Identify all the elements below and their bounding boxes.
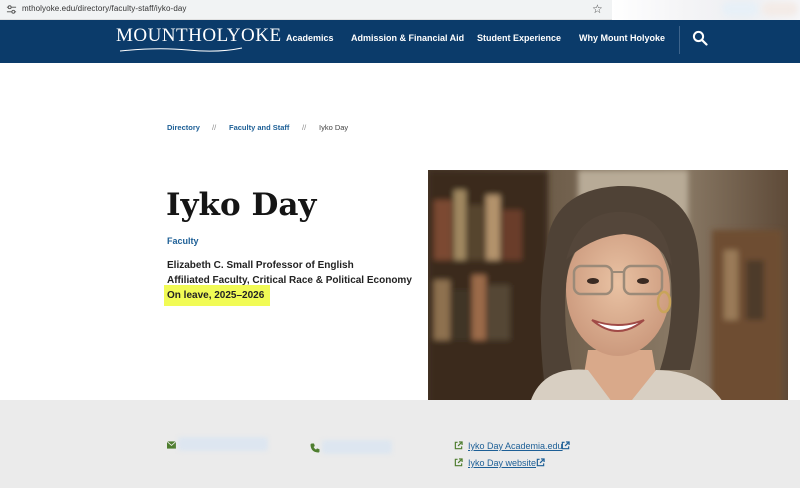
profile-photo xyxy=(428,170,788,410)
nav-why-mount-holyoke[interactable]: Why Mount Holyoke xyxy=(579,32,665,44)
academia-edu-link[interactable]: Iyko Day Academia.edu xyxy=(468,441,563,452)
external-link-icon[interactable] xyxy=(536,458,545,467)
affiliation-title: Affiliated Faculty, Critical Race & Poli… xyxy=(167,275,412,286)
nav-student-experience[interactable]: Student Experience xyxy=(477,32,561,44)
site-header: MOUNTHOLYOKE Academics Admission & Finan… xyxy=(0,20,800,63)
email-icon xyxy=(167,441,176,449)
breadcrumb-current: Iyko Day xyxy=(319,123,349,132)
contact-section xyxy=(0,400,800,488)
browser-toolbar-blurred xyxy=(612,0,800,20)
site-settings-icon[interactable] xyxy=(6,4,17,15)
phone-number-blurred[interactable] xyxy=(322,440,392,454)
phone-icon xyxy=(310,443,320,453)
nav-admission-financial-aid[interactable]: Admission & Financial Aid xyxy=(351,32,464,44)
person-type-label[interactable]: Faculty xyxy=(167,236,199,247)
email-address-blurred[interactable] xyxy=(178,437,268,451)
leave-status: On leave, 2025–2026 xyxy=(167,290,265,301)
website-link[interactable]: Iyko Day website xyxy=(468,458,536,469)
external-link-icon xyxy=(454,441,463,450)
external-link-icon[interactable] xyxy=(561,441,570,450)
external-link-icon xyxy=(454,458,463,467)
breadcrumb-separator: // xyxy=(302,123,307,132)
site-logo[interactable]: MOUNTHOLYOKE xyxy=(116,25,282,47)
url-text[interactable]: mtholyoke.edu/directory/faculty-staff/iy… xyxy=(22,4,187,13)
breadcrumb-faculty-staff[interactable]: Faculty and Staff xyxy=(229,123,289,133)
search-icon[interactable] xyxy=(692,30,708,46)
bookmark-star-icon[interactable]: ☆ xyxy=(592,2,603,16)
browser-address-bar[interactable]: mtholyoke.edu/directory/faculty-staff/iy… xyxy=(0,0,612,20)
nav-academics[interactable]: Academics xyxy=(286,32,334,44)
breadcrumb-separator: // xyxy=(212,123,217,132)
nav-divider xyxy=(679,26,680,54)
page-title: Iyko Day xyxy=(166,187,317,223)
logo-swoosh-icon xyxy=(119,47,243,52)
breadcrumb-directory[interactable]: Directory xyxy=(167,123,200,133)
job-title: Elizabeth C. Small Professor of English xyxy=(167,260,354,271)
